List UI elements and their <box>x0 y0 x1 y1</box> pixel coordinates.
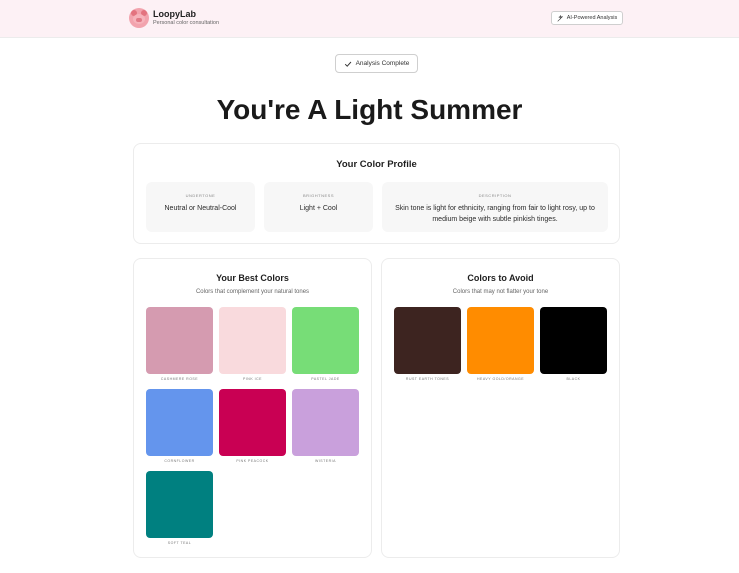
swatch-label: PASTEL JADE <box>311 377 340 381</box>
avoid-colors-card: Colors to Avoid Colors that may not flat… <box>381 258 620 558</box>
swatch-label: RUST EARTH TONES <box>405 377 450 381</box>
swatch-soft-teal[interactable] <box>146 471 213 538</box>
swatch-pink-ice[interactable] <box>219 307 286 374</box>
description-box: DESCRIPTION Skin tone is light for ethni… <box>382 182 608 232</box>
avoid-colors-title: Colors to Avoid <box>467 273 534 283</box>
pig-logo-icon[interactable] <box>129 8 149 28</box>
swatch-label: PINK ICE <box>243 377 262 381</box>
brightness-box: BRIGHTNESS Light + Cool <box>264 182 373 232</box>
brightness-value: Light + Cool <box>299 205 338 212</box>
checkmark-icon <box>344 61 351 67</box>
best-colors-subtitle: Colors that complement your natural tone… <box>195 289 310 295</box>
logo-snout <box>136 18 142 22</box>
status-label: Analysis Complete <box>355 60 410 67</box>
swatch-rust-earth-tones[interactable] <box>394 307 461 374</box>
brand-tagline: Personal color consultation <box>153 20 220 26</box>
best-colors-card: Your Best Colors Colors that complement … <box>133 258 372 558</box>
undertone-box: UNDERTONE Neutral or Neutral-Cool <box>146 182 255 232</box>
swatch-cornflower[interactable] <box>146 389 213 456</box>
swatch-heavy-gold-orange[interactable] <box>467 307 534 374</box>
ai-button-label: AI-Powered Analysis <box>566 15 618 21</box>
sparkle-icon <box>557 14 563 22</box>
swatch-label: HEAVY GOLD/ORANGE <box>476 377 525 381</box>
swatch-label: WISTERIA <box>315 459 336 463</box>
swatch-label: CORNFLOWER <box>164 459 195 463</box>
brightness-label: BRIGHTNESS <box>302 193 334 198</box>
undertone-label: UNDERTONE <box>185 193 216 198</box>
brand-name[interactable]: LoopyLab <box>153 9 196 19</box>
swatch-label: PINK PEACOCK <box>236 459 269 463</box>
swatch-label: SOFT TEAL <box>167 541 192 545</box>
color-profile-card: Your Color Profile UNDERTONE Neutral or … <box>133 143 620 244</box>
swatch-pink-peacock[interactable] <box>219 389 286 456</box>
result-title: You're A Light Summer <box>216 94 523 125</box>
app-header: LoopyLab Personal color consultation AI-… <box>0 0 739 38</box>
best-colors-title: Your Best Colors <box>216 273 289 283</box>
swatch-label: BLACK <box>566 377 581 381</box>
swatch-wisteria[interactable] <box>292 389 359 456</box>
description-value: Skin tone is light for ethnicity, rangin… <box>395 205 595 223</box>
avoid-colors-subtitle: Colors that may not flatter your tone <box>452 289 549 295</box>
swatch-label: CASHMERE ROSE <box>160 377 199 381</box>
ai-powered-analysis-button[interactable]: AI-Powered Analysis <box>551 11 623 25</box>
swatch-cashmere-rose[interactable] <box>146 307 213 374</box>
swatch-black[interactable] <box>540 307 607 374</box>
swatch-pastel-jade[interactable] <box>292 307 359 374</box>
undertone-value: Neutral or Neutral-Cool <box>164 205 237 212</box>
profile-card-title: Your Color Profile <box>336 159 417 170</box>
description-label: DESCRIPTION <box>478 193 512 198</box>
analysis-status-badge: Analysis Complete <box>335 54 418 73</box>
